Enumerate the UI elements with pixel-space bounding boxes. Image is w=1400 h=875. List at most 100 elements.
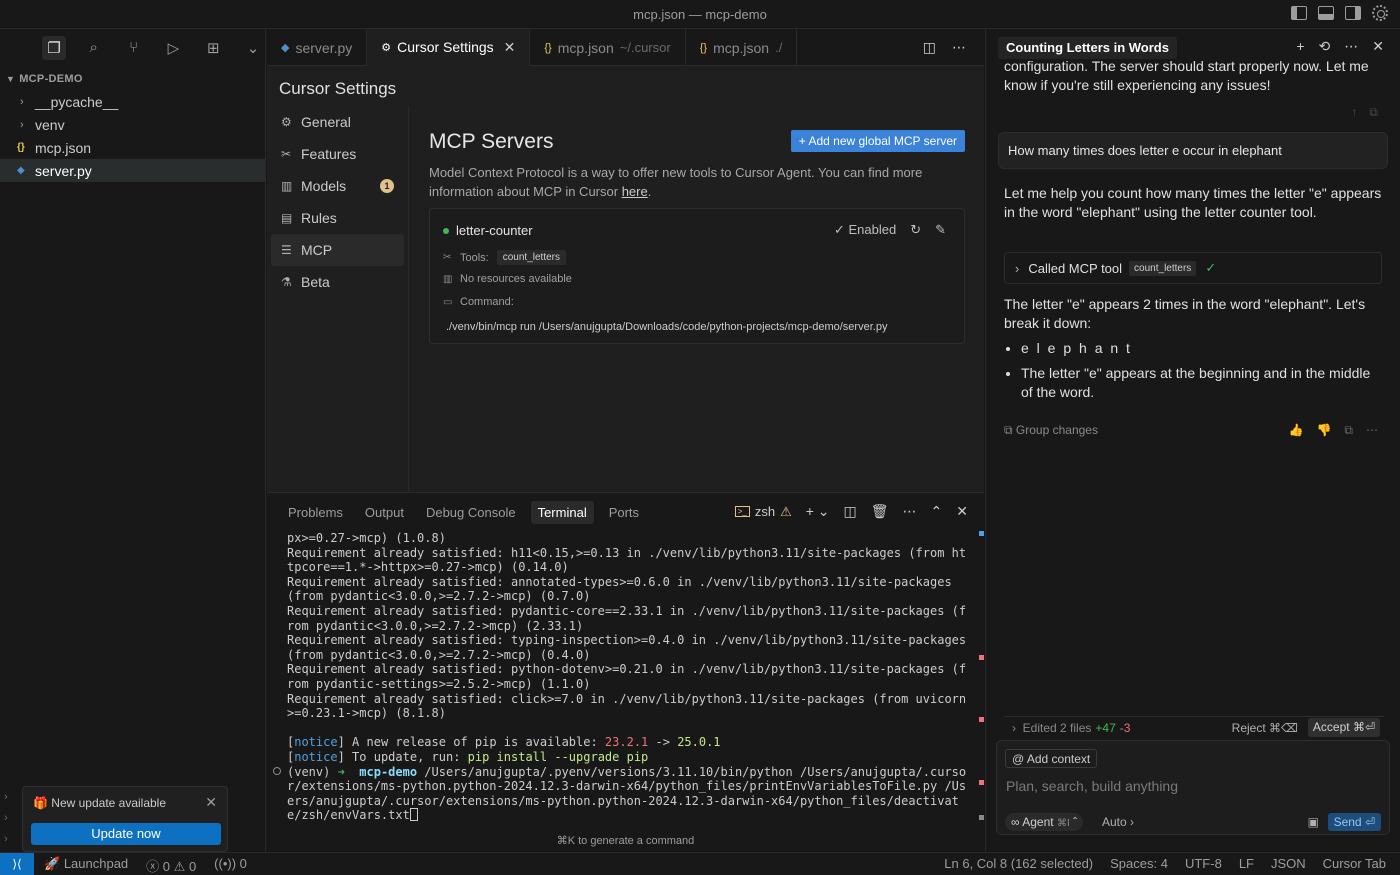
- warning-icon: ⚠: [173, 859, 186, 874]
- more-actions-icon[interactable]: ⋯: [952, 39, 966, 56]
- gear-icon: ⚙: [281, 115, 292, 129]
- tab-ports[interactable]: Ports: [602, 501, 646, 524]
- mcp-docs-link[interactable]: here: [622, 184, 648, 199]
- remote-indicator-icon[interactable]: ⟩⟨: [0, 853, 34, 875]
- mcp-tool-call[interactable]: › Called MCP tool count_letters ✓: [1004, 252, 1382, 284]
- launchpad-item[interactable]: 🚀 Launchpad: [44, 856, 128, 875]
- send-button[interactable]: Send ⏎: [1327, 813, 1381, 831]
- refresh-icon[interactable]: ↻: [910, 222, 921, 238]
- group-changes-button[interactable]: ⧉ Group changes: [1004, 423, 1098, 438]
- nav-item-features[interactable]: ✂ Features: [271, 138, 404, 170]
- chevron-right-icon: ›: [20, 95, 24, 108]
- user-message[interactable]: How many times does letter e occur in el…: [998, 132, 1388, 169]
- chevron-down-icon[interactable]: ⌄: [241, 36, 265, 60]
- tree-item-label: venv: [35, 116, 65, 133]
- extensions-icon[interactable]: ⊞: [201, 36, 225, 60]
- close-icon[interactable]: ✕: [1372, 38, 1384, 55]
- tab-output[interactable]: Output: [358, 501, 411, 524]
- server-tools-row: ✂ Tools: count_letters: [443, 250, 567, 265]
- tab-terminal[interactable]: Terminal: [530, 500, 594, 524]
- copy-icon[interactable]: ⧉: [1344, 423, 1353, 438]
- add-context-button[interactable]: @ Add context: [1005, 749, 1098, 768]
- search-icon[interactable]: ⌕: [82, 36, 106, 60]
- update-now-button[interactable]: Update now: [31, 823, 221, 845]
- language-mode[interactable]: JSON: [1271, 856, 1306, 871]
- nav-item-models[interactable]: ▥ Models 1: [271, 170, 404, 202]
- terminal-line: [notice] A new release of pip is availab…: [287, 735, 721, 750]
- more-actions-icon[interactable]: ⋯: [1366, 423, 1378, 438]
- thumbs-up-icon[interactable]: 👍: [1289, 423, 1304, 438]
- nav-item-mcp[interactable]: ☰ MCP: [271, 234, 404, 266]
- close-icon[interactable]: ✕: [205, 794, 217, 811]
- new-chat-icon[interactable]: +: [1296, 38, 1304, 55]
- ports-count[interactable]: ((•)) 0: [214, 856, 247, 875]
- toggle-panel-icon[interactable]: [1318, 6, 1334, 20]
- explorer-root-header[interactable]: ▼ MCP-DEMO: [0, 68, 265, 90]
- tree-file-mcp-json[interactable]: {} mcp.json: [0, 136, 265, 159]
- terminal-output[interactable]: px>=0.27->mcp) (1.0.8) Requirement alread…: [287, 531, 969, 823]
- nav-item-rules[interactable]: ▤ Rules: [271, 202, 404, 234]
- settings-gear-icon[interactable]: [1372, 5, 1388, 21]
- edit-pencil-icon[interactable]: ✎: [935, 222, 946, 238]
- new-terminal-icon[interactable]: + ⌄: [806, 503, 830, 520]
- toggle-primary-sidebar-icon[interactable]: [1291, 6, 1307, 20]
- tab-debug-console[interactable]: Debug Console: [419, 501, 523, 524]
- split-terminal-icon[interactable]: ◫: [844, 503, 857, 520]
- run-debug-icon[interactable]: ▷: [161, 36, 185, 60]
- model-selector[interactable]: Auto ›: [1102, 815, 1134, 829]
- tab-problems[interactable]: Problems: [281, 501, 350, 524]
- edited-files-bar[interactable]: › Edited 2 files +47 -3 Reject ⌘⌫ Accept…: [1004, 716, 1384, 738]
- tab-mcp-json-local[interactable]: {} mcp.json ./: [686, 29, 798, 66]
- tab-mcp-json-global[interactable]: {} mcp.json ~/.cursor: [530, 29, 686, 66]
- close-panel-icon[interactable]: ✕: [956, 503, 968, 520]
- image-attach-icon[interactable]: ▣: [1308, 815, 1319, 829]
- toggle-secondary-sidebar-icon[interactable]: [1345, 6, 1361, 20]
- trash-icon[interactable]: 🗑: [871, 503, 889, 520]
- tab-server-py[interactable]: ◆ server.py: [267, 29, 368, 66]
- split-editor-icon[interactable]: ◫: [923, 39, 936, 56]
- nav-item-general[interactable]: ⚙ General: [271, 106, 404, 138]
- tree-file-server-py[interactable]: ◆ server.py: [0, 159, 265, 182]
- enabled-status[interactable]: ✓ Enabled: [834, 222, 896, 238]
- collapsed-sections[interactable]: › › ›: [4, 787, 8, 850]
- rules-icon: ▤: [281, 211, 293, 225]
- command-decoration-icon[interactable]: [273, 767, 281, 775]
- accept-button[interactable]: Accept ⌘⏎: [1307, 718, 1380, 737]
- source-control-icon[interactable]: ⑂: [122, 36, 146, 60]
- tree-folder-venv[interactable]: › venv: [0, 113, 265, 136]
- tree-item-label: __pycache__: [35, 93, 119, 110]
- maximize-panel-icon[interactable]: ⌃: [931, 503, 943, 520]
- copy-icon[interactable]: ⧉: [1369, 105, 1378, 120]
- activity-bar: ❐ ⌕ ⑂ ▷ ⊞ ⌄: [0, 29, 265, 66]
- more-actions-icon[interactable]: ⋯: [1344, 38, 1358, 55]
- add-global-mcp-server-button[interactable]: + Add new global MCP server: [790, 130, 965, 152]
- tree-folder-pycache[interactable]: › __pycache__: [0, 90, 265, 113]
- editor-area: ◆ server.py ⚙ Cursor Settings ✕ {} mcp.j…: [267, 29, 984, 492]
- terminal-shell-selector[interactable]: >_ zsh ⚠: [734, 504, 792, 520]
- update-notification: 🎁 New update available ✕ Update now: [22, 786, 228, 852]
- nav-item-beta[interactable]: ⚗ Beta: [271, 266, 404, 298]
- terminal-line: [notice] To update, run: pip install --u…: [287, 749, 649, 764]
- tab-cursor-settings[interactable]: ⚙ Cursor Settings ✕: [367, 29, 531, 66]
- cursor-tab-status[interactable]: Cursor Tab: [1323, 856, 1386, 871]
- more-actions-icon[interactable]: ⋯: [903, 503, 917, 520]
- thumbs-down-icon[interactable]: 👎: [1316, 423, 1331, 438]
- scroll-up-icon[interactable]: ↑: [1351, 105, 1357, 120]
- end-of-line[interactable]: LF: [1239, 856, 1254, 871]
- close-tab-icon[interactable]: ✕: [504, 39, 516, 56]
- encoding[interactable]: UTF-8: [1185, 856, 1222, 871]
- chat-title-tab[interactable]: Counting Letters in Words: [998, 37, 1177, 59]
- mcp-description: Model Context Protocol is a way to offer…: [429, 165, 923, 199]
- cursor-position[interactable]: Ln 6, Col 8 (162 selected): [944, 856, 1093, 871]
- agent-mode-selector[interactable]: ∞ Agent ⌘I ˆ: [1005, 813, 1084, 831]
- reject-button[interactable]: Reject ⌘⌫: [1232, 721, 1298, 735]
- window-title: mcp.json — mcp-demo: [633, 7, 767, 22]
- chat-input[interactable]: Plan, search, build anything: [1006, 778, 1178, 794]
- terminal-prompt-line: (venv) ➜ mcp-demo /Users/anujgupta/.pyen…: [287, 764, 967, 823]
- server-command-row: ▭ Command:: [443, 296, 514, 308]
- title-bar: mcp.json — mcp-demo: [0, 0, 1400, 29]
- indentation[interactable]: Spaces: 4: [1110, 856, 1168, 871]
- history-icon[interactable]: ⟲: [1319, 38, 1331, 55]
- explorer-files-icon[interactable]: ❐: [42, 35, 66, 60]
- problems-count[interactable]: ⓧ 0 ⚠ 0: [146, 856, 196, 875]
